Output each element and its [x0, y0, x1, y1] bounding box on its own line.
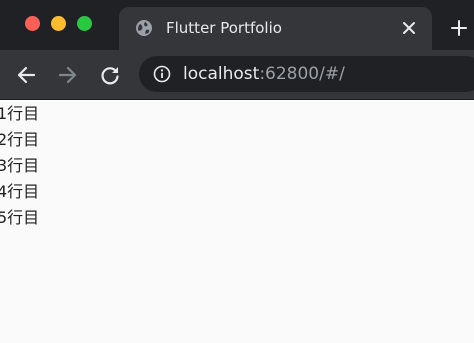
- info-icon[interactable]: [153, 65, 171, 83]
- plus-icon[interactable]: [450, 19, 468, 37]
- address-bar[interactable]: localhost:62800/#/: [139, 56, 474, 92]
- text-line: 2行目: [0, 130, 40, 149]
- url-path: :62800/#/: [259, 64, 345, 84]
- back-button[interactable]: [15, 64, 37, 86]
- close-icon[interactable]: [401, 20, 417, 36]
- text-line: 4行目: [0, 182, 40, 201]
- window-minimize-button[interactable]: [51, 16, 66, 31]
- url-text: localhost:62800/#/: [183, 64, 345, 84]
- arrow-right-icon: [58, 66, 77, 84]
- browser-window: Flutter Portfolio localhost:62800/#/ 1行目…: [0, 0, 474, 343]
- forward-button[interactable]: [57, 64, 79, 86]
- tab-flutter-portfolio[interactable]: Flutter Portfolio: [119, 7, 432, 50]
- text-line: 1行目: [0, 104, 40, 123]
- text-line: 5行目: [0, 208, 40, 227]
- text-line: 3行目: [0, 156, 40, 175]
- reload-icon: [101, 67, 119, 85]
- tab-bar: Flutter Portfolio: [0, 0, 474, 50]
- page-content: 1行目 2行目 3行目 4行目 5行目: [0, 100, 474, 343]
- arrow-left-icon: [17, 66, 36, 84]
- window-zoom-button[interactable]: [77, 16, 92, 31]
- reload-button[interactable]: [99, 64, 121, 86]
- globe-icon: [135, 19, 153, 37]
- window-close-button[interactable]: [25, 16, 40, 31]
- url-host: localhost: [183, 64, 260, 84]
- tab-title: Flutter Portfolio: [166, 19, 282, 37]
- browser-toolbar: localhost:62800/#/: [0, 50, 474, 100]
